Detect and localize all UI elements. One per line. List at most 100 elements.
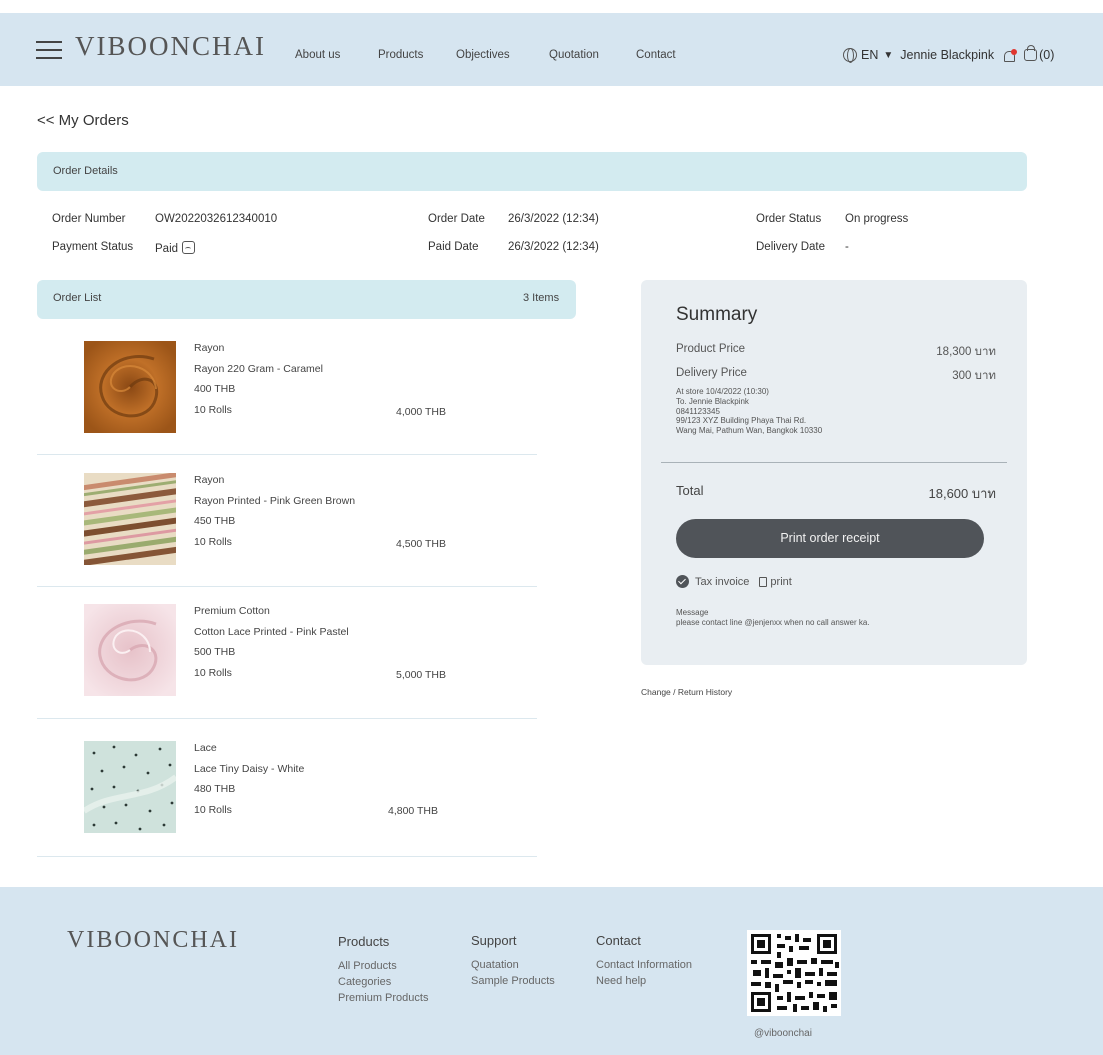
item-name[interactable]: Cotton Lace Printed - Pink Pastel <box>194 622 349 643</box>
delivery-price-row: Delivery Price 300 บาท <box>676 367 996 382</box>
recipient-name: To. Jennie Blackpink <box>676 396 749 406</box>
footer-products-title: Products <box>338 934 390 949</box>
footer-logo[interactable]: VIBOONCHAI <box>67 927 239 954</box>
order-item: Premium Cotton Cotton Lace Printed - Pin… <box>37 587 537 719</box>
product-thumbnail[interactable] <box>84 473 176 565</box>
item-subtotal: 4,000 THB <box>396 406 447 418</box>
nav-quotation[interactable]: Quotation <box>549 49 599 61</box>
total-value: 18,600 บาท <box>928 486 997 501</box>
paid-date-label: Paid Date <box>428 241 479 253</box>
print-order-receipt-button[interactable]: Print order receipt <box>676 519 984 558</box>
payment-status: Paid <box>155 241 196 255</box>
back-to-my-orders-link[interactable]: << My Orders <box>37 112 129 129</box>
total-label: Total <box>676 483 704 498</box>
message-label: Message <box>676 608 709 617</box>
item-quantity: 10 Rolls <box>194 666 232 679</box>
summary-divider <box>661 462 1007 463</box>
order-item: Rayon Rayon Printed - Pink Green Brown 4… <box>37 455 537 587</box>
shopping-bag-icon[interactable] <box>1024 45 1038 61</box>
nav-products[interactable]: Products <box>378 49 423 61</box>
address-line-2: Wang Mai, Pathum Wan, Bangkok 10330 <box>676 426 823 436</box>
item-subtotal: 4,800 THB <box>388 805 439 817</box>
nav-objectives[interactable]: Objectives <box>456 49 510 61</box>
item-details: Premium Cotton Cotton Lace Printed - Pin… <box>194 601 349 683</box>
footer-support-column: Support Quatation Sample Products <box>471 933 555 989</box>
delivery-schedule: At store 10/4/2022 (10:30) <box>676 387 769 396</box>
order-item: Lace Lace Tiny Daisy - White 480 THB 10 … <box>37 719 537 857</box>
footer-link-all-products[interactable]: All Products <box>338 958 428 974</box>
footer-link-contact-information[interactable]: Contact Information <box>596 957 692 973</box>
delivery-price-value: 300 บาท <box>952 370 996 382</box>
order-status-value: On progress <box>845 213 909 225</box>
item-quantity: 10 Rolls <box>194 803 232 816</box>
item-category: Lace <box>194 742 217 754</box>
item-details: Lace Lace Tiny Daisy - White 480 THB 10 … <box>194 738 304 820</box>
order-details-bar: Order Details <box>37 152 1027 191</box>
product-price-value: 18,300 บาท <box>936 346 996 358</box>
product-thumbnail[interactable] <box>84 604 176 696</box>
order-list-count: 3 Items <box>523 292 560 304</box>
item-details: Rayon Rayon 220 Gram - Caramel 400 THB 1… <box>194 338 323 420</box>
change-return-history-link[interactable]: Change / Return History <box>641 687 732 697</box>
order-date-value: 26/3/2022 (12:34) <box>508 213 599 225</box>
order-item: Rayon Rayon 220 Gram - Caramel 400 THB 1… <box>37 323 537 455</box>
tax-invoice-label[interactable]: Tax invoice <box>695 576 749 588</box>
item-quantity: 10 Rolls <box>194 403 232 416</box>
tax-invoice-row: Tax invoice print <box>676 575 792 588</box>
document-icon[interactable] <box>759 576 768 587</box>
product-price-row: Product Price 18,300 บาท <box>676 343 996 358</box>
product-price-label: Product Price <box>676 343 746 355</box>
total-row: Total 18,600 บาท <box>676 483 996 501</box>
item-name[interactable]: Rayon Printed - Pink Green Brown <box>194 491 355 512</box>
item-details: Rayon Rayon Printed - Pink Green Brown 4… <box>194 470 355 552</box>
order-list-title: Order List <box>53 292 102 304</box>
footer-link-categories[interactable]: Categories <box>338 974 428 990</box>
footer-products-column: Products All Products Categories Premium… <box>338 934 428 1006</box>
nav-contact[interactable]: Contact <box>636 49 676 61</box>
product-thumbnail[interactable] <box>84 341 176 433</box>
footer-link-quatation[interactable]: Quatation <box>471 957 555 973</box>
item-unit-price: 500 THB <box>194 646 236 658</box>
qr-handle: @viboonchai <box>754 1028 812 1039</box>
item-unit-price: 480 THB <box>194 783 236 795</box>
item-quantity: 10 Rolls <box>194 535 232 548</box>
cart-count[interactable]: (0) <box>1039 48 1054 62</box>
item-name[interactable]: Lace Tiny Daisy - White <box>194 759 304 780</box>
item-unit-price: 400 THB <box>194 383 236 395</box>
payment-slip-icon[interactable] <box>182 241 196 254</box>
footer-link-need-help[interactable]: Need help <box>596 973 692 989</box>
order-number-label: Order Number <box>52 213 126 225</box>
recipient-phone: 0841123345 <box>676 406 720 416</box>
tax-invoice-print-link[interactable]: print <box>770 576 791 588</box>
chevron-down-icon[interactable]: ▼ <box>883 50 893 61</box>
order-date-label: Order Date <box>428 213 485 225</box>
order-status-label: Order Status <box>756 213 822 225</box>
order-list-bar: Order List 3 Items <box>37 280 576 319</box>
item-category: Rayon <box>194 342 225 354</box>
footer-support-title: Support <box>471 933 517 948</box>
summary-title: Summary <box>676 304 758 325</box>
nav-about-us[interactable]: About us <box>295 49 340 61</box>
delivery-price-label: Delivery Price <box>676 367 747 379</box>
footer-contact-title: Contact <box>596 933 641 948</box>
order-summary-card: Summary Product Price 18,300 บาท Deliver… <box>641 280 1027 665</box>
check-circle-icon[interactable] <box>676 575 689 588</box>
user-name[interactable]: Jennie Blackpink <box>900 48 994 62</box>
site-logo[interactable]: VIBOONCHAI <box>75 31 266 62</box>
notification-dot <box>1011 48 1018 55</box>
product-thumbnail[interactable] <box>84 741 176 833</box>
item-category: Rayon <box>194 474 225 486</box>
item-name[interactable]: Rayon 220 Gram - Caramel <box>194 359 323 380</box>
item-unit-price: 450 THB <box>194 515 236 527</box>
site-footer: VIBOONCHAI Products All Products Categor… <box>0 887 1103 1055</box>
item-subtotal: 5,000 THB <box>396 669 447 681</box>
notification-bell-icon[interactable] <box>1003 48 1018 62</box>
footer-link-sample-products[interactable]: Sample Products <box>471 973 555 989</box>
qr-code-image[interactable] <box>747 930 841 1016</box>
item-subtotal: 4,500 THB <box>396 538 447 550</box>
order-message: Message please contact line @jenjenxx wh… <box>676 608 870 627</box>
footer-link-premium-products[interactable]: Premium Products <box>338 990 428 1006</box>
hamburger-menu-icon[interactable] <box>36 41 62 61</box>
header-actions: EN ▼ Jennie Blackpink (0) <box>843 45 1054 63</box>
language-selector[interactable]: EN <box>861 48 878 62</box>
